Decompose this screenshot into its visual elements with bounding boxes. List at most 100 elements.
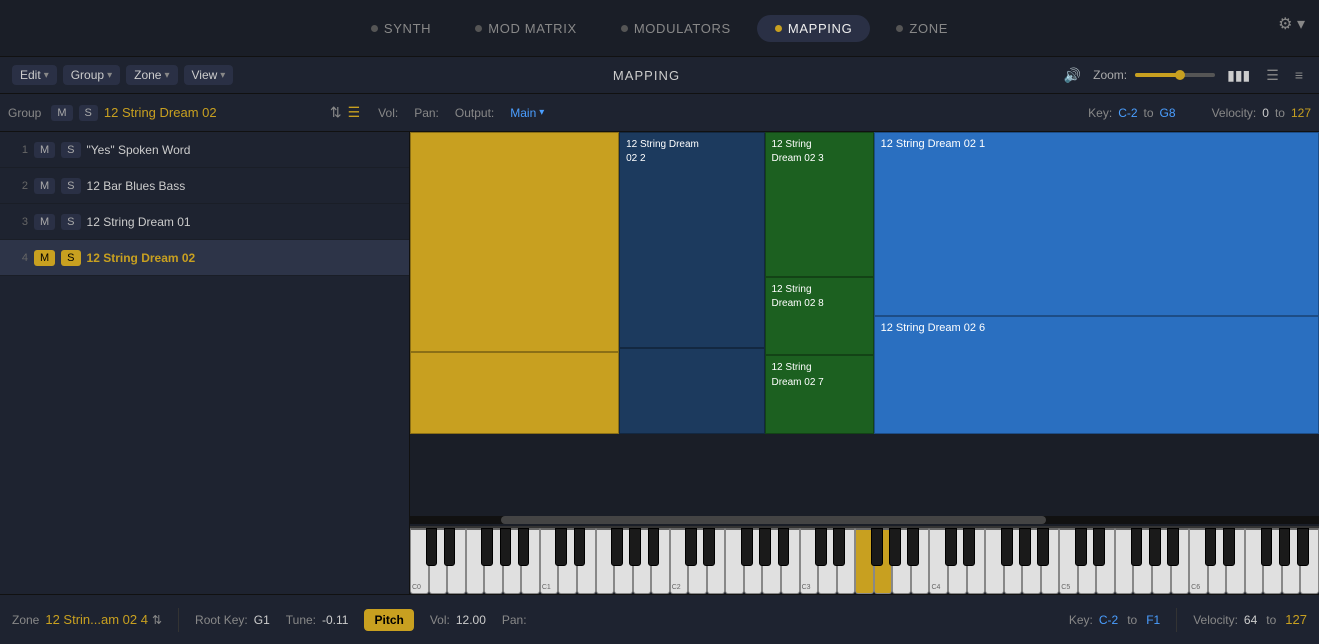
group-4-s[interactable]: S [61,250,80,266]
group-row-1[interactable]: 1 M S "Yes" Spoken Word [0,132,409,168]
group-row-3[interactable]: 3 M S 12 String Dream 01 [0,204,409,240]
mapping-label: MAPPING [788,21,853,36]
black-key-oct6-4[interactable] [1297,528,1309,566]
list-icon[interactable]: ☰ [1262,65,1283,86]
group-1-s[interactable]: S [61,142,80,158]
group-name-1: "Yes" Spoken Word [87,143,191,157]
mod-matrix-dot [475,25,482,32]
zone-block-8[interactable]: 12 StringDream 02 8 [765,277,874,355]
black-key-oct5-4[interactable] [1167,528,1179,566]
black-key-oct6-0[interactable] [1205,528,1217,566]
black-key-oct4-4[interactable] [1037,528,1049,566]
group-list: 1 M S "Yes" Spoken Word 2 M S 12 Bar Blu… [0,132,410,594]
zone-label: ZONE [909,21,948,36]
black-key-oct5-1[interactable] [1093,528,1105,566]
zone-button[interactable]: Zone ▾ [126,65,177,85]
group-up-down-arrows[interactable]: ⇅ [330,104,342,121]
black-key-oct2-1[interactable] [703,528,715,566]
root-key-value: G1 [254,613,270,627]
output-value[interactable]: Main ▾ [510,106,544,120]
group-3-s[interactable]: S [61,214,80,230]
root-key-label: Root Key: [195,613,248,627]
group-3-m[interactable]: M [34,214,55,230]
group-name-4: 12 String Dream 02 [87,251,196,265]
zone-block-dark-ext[interactable] [619,348,764,434]
zone-block-7[interactable]: 12 StringDream 02 7 [765,355,874,433]
nav-tab-modulators[interactable]: MODULATORS [603,15,749,42]
black-key-oct2-4[interactable] [778,528,790,566]
root-key-section: Root Key: G1 [195,613,270,627]
zone-selector[interactable]: 12 Strin...am 02 4 ⇅ [45,612,162,627]
black-key-oct6-3[interactable] [1279,528,1291,566]
group-4-m[interactable]: M [34,250,55,266]
group-num-1: 1 [8,144,28,156]
group-list-icon[interactable]: ☰ [348,104,361,121]
group-m-button[interactable]: M [51,105,72,121]
black-key-oct2-2[interactable] [741,528,753,566]
nav-tab-synth[interactable]: SYNTH [353,15,449,42]
black-key-oct4-2[interactable] [1001,528,1013,566]
black-key-oct1-0[interactable] [555,528,567,566]
black-key-oct1-2[interactable] [611,528,623,566]
group-row-2[interactable]: 2 M S 12 Bar Blues Bass [0,168,409,204]
black-key-oct0-0[interactable] [426,528,438,566]
black-key-oct1-3[interactable] [629,528,641,566]
group-s-button[interactable]: S [79,105,98,121]
gear-icon[interactable]: ⚙ ▾ [1278,14,1305,34]
group-1-m[interactable]: M [34,142,55,158]
group-button[interactable]: Group ▾ [63,65,120,85]
black-key-oct3-1[interactable] [833,528,845,566]
group-row-4[interactable]: 4 M S 12 String Dream 02 [0,240,409,276]
black-key-oct3-0[interactable] [815,528,827,566]
black-key-oct5-0[interactable] [1075,528,1087,566]
mapping-area: 12 String Dream02 2 12 StringDream 02 3 … [410,132,1319,594]
velocity-label-bottom: Velocity: [1193,613,1238,627]
black-key-oct5-2[interactable] [1131,528,1143,566]
edit-button[interactable]: Edit ▾ [12,65,57,85]
horizontal-scrollbar[interactable] [410,516,1319,524]
bottom-bar: Zone 12 Strin...am 02 4 ⇅ Root Key: G1 T… [0,594,1319,644]
black-key-oct4-0[interactable] [945,528,957,566]
black-key-oct0-2[interactable] [481,528,493,566]
zoom-slider[interactable] [1135,73,1215,77]
black-key-oct3-4[interactable] [907,528,919,566]
black-key-oct1-1[interactable] [574,528,586,566]
nav-tab-mod-matrix[interactable]: MOD MATRIX [457,15,595,42]
zone-section: Zone 12 Strin...am 02 4 ⇅ [12,612,162,627]
black-key-oct2-3[interactable] [759,528,771,566]
black-key-oct6-1[interactable] [1223,528,1235,566]
nav-tab-zone[interactable]: ZONE [878,15,966,42]
black-key-oct4-3[interactable] [1019,528,1031,566]
black-key-oct0-3[interactable] [500,528,512,566]
pan-label: Pan: [414,106,439,120]
black-key-oct0-1[interactable] [444,528,456,566]
zone-block-1[interactable]: 12 String Dream 02 1 [874,132,1319,316]
group-2-m[interactable]: M [34,178,55,194]
black-key-oct6-2[interactable] [1261,528,1273,566]
black-key-oct4-1[interactable] [963,528,975,566]
black-key-oct3-3[interactable] [889,528,901,566]
vol-section: Vol: 12.00 [430,613,486,627]
vol-label: Vol: [378,106,398,120]
speaker-icon[interactable]: 🔊 [1060,65,1085,86]
view-button[interactable]: View ▾ [184,65,234,85]
group-2-s[interactable]: S [61,178,80,194]
zone-block-main-yellow-top[interactable] [410,132,619,352]
black-key-oct5-3[interactable] [1149,528,1161,566]
zone-block-3[interactable]: 12 StringDream 02 3 [765,132,874,277]
bars-icon[interactable]: ▮▮▮ [1223,65,1254,86]
black-key-oct3-2[interactable] [871,528,883,566]
zone-up-down-arrows[interactable]: ⇅ [152,613,162,627]
zone-block-2[interactable]: 12 String Dream02 2 [619,132,764,348]
zone-block-active-bottom[interactable] [410,352,619,434]
black-key-oct1-4[interactable] [648,528,660,566]
scrollbar-thumb[interactable] [501,516,1046,524]
black-key-oct0-4[interactable] [518,528,530,566]
pitch-button[interactable]: Pitch [364,609,413,631]
nav-tab-mapping[interactable]: MAPPING [757,15,871,42]
octave-4: C4 [929,528,1059,594]
zone-block-6[interactable]: 12 String Dream 02 6 [874,316,1319,434]
group-header-fields: Vol: Pan: Output: Main ▾ Key: C-2 to G8 … [366,106,1311,120]
black-key-oct2-0[interactable] [685,528,697,566]
lines-icon[interactable]: ≡ [1291,65,1307,85]
